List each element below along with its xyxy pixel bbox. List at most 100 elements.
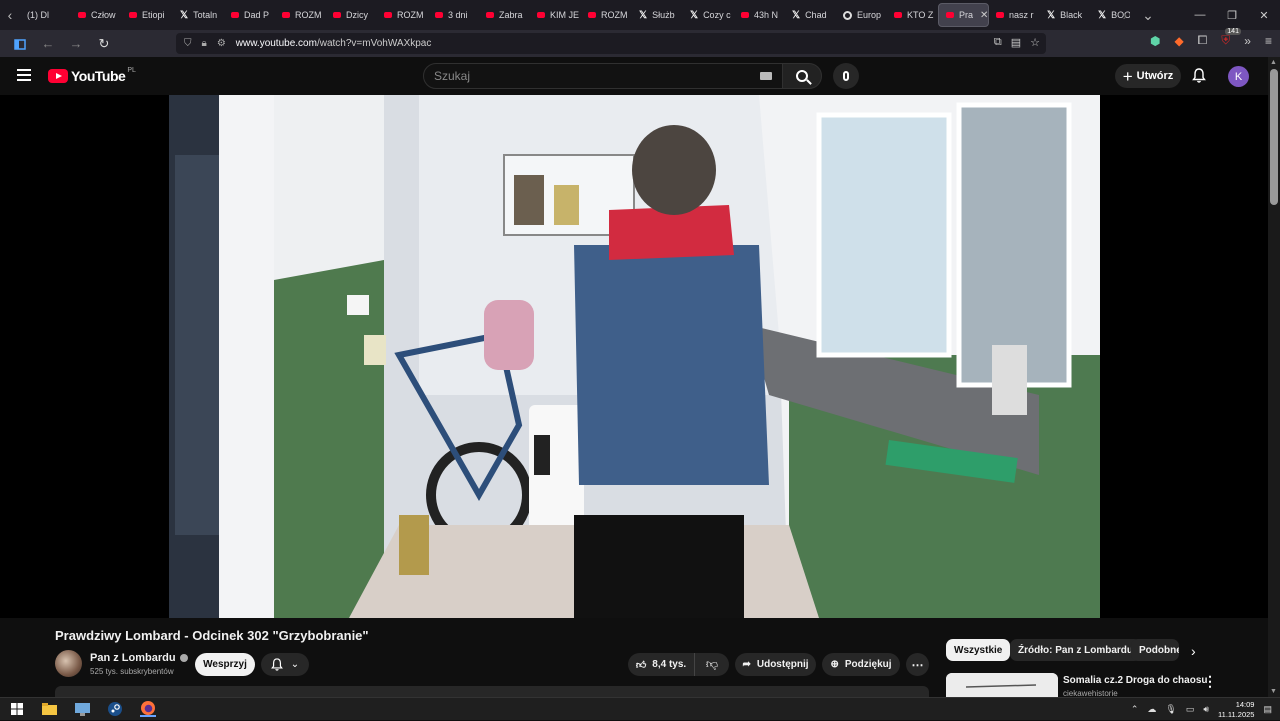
notifications-icon[interactable]: ▤ <box>1263 704 1272 715</box>
dislike-button[interactable]: 👎︎ <box>695 657 729 672</box>
page-scrollbar[interactable]: ▲ ▼ <box>1268 57 1280 697</box>
video-frame[interactable] <box>169 95 1100 618</box>
overflow-chevron-icon[interactable]: » <box>1244 34 1251 48</box>
x-icon: 𝕏 <box>690 9 699 21</box>
related-video-title[interactable]: Somalia cz.2 Droga do chaosu <box>1063 675 1207 686</box>
shield-icon[interactable]: ⛉ <box>184 38 192 49</box>
like-dislike-group: 👍︎ 8,4 tys. 👎︎ <box>628 653 729 676</box>
keyboard-icon[interactable] <box>760 72 772 80</box>
browser-tab[interactable]: Dad P <box>224 3 275 27</box>
scroll-down-icon[interactable]: ▼ <box>1270 688 1277 695</box>
more-actions-icon[interactable]: ⋯ <box>906 653 929 676</box>
browser-tab[interactable]: ROZM <box>581 3 632 27</box>
browser-tab[interactable]: nasz r <box>989 3 1040 27</box>
tab-label: ROZM <box>397 10 424 20</box>
back-icon[interactable]: ← <box>36 32 60 56</box>
browser-tab[interactable]: 𝕏 Black <box>1040 3 1091 27</box>
browser-tab[interactable]: Pra ✕ <box>938 3 989 27</box>
file-explorer-icon[interactable] <box>41 701 57 717</box>
permissions-icon[interactable]: ⚙︎ <box>217 38 226 49</box>
description-box[interactable] <box>55 686 929 697</box>
browser-tab[interactable]: 𝕏 Totaln <box>173 3 224 27</box>
support-button[interactable]: Wesprzyj <box>195 653 255 676</box>
tab-list-dropdown-icon[interactable]: ⌄ <box>1138 0 1158 30</box>
browser-tab[interactable]: Zabra <box>479 3 530 27</box>
related-video-thumbnail[interactable] <box>946 673 1058 697</box>
browser-tab[interactable]: 𝕏 Chad <box>785 3 836 27</box>
share-button[interactable]: ➦ Udostępnij <box>735 653 816 676</box>
extensions-icon[interactable]: ⧠ <box>1198 33 1208 48</box>
create-button[interactable]: + Utwórz <box>1115 64 1181 88</box>
minimize-icon[interactable]: — <box>1184 0 1216 30</box>
app-menu-icon[interactable]: ≡ <box>1265 34 1272 48</box>
reader-view-icon[interactable]: ▤ <box>1011 36 1021 49</box>
browser-tab[interactable]: Europ <box>836 3 887 27</box>
firefox-icon[interactable] <box>140 701 156 717</box>
browser-tab[interactable]: ROZM <box>275 3 326 27</box>
browser-tab[interactable]: KIM JE <box>530 3 581 27</box>
url-path: /watch?v=mVohWAXkpac <box>316 38 432 49</box>
browser-tab[interactable]: Człow <box>71 3 122 27</box>
ublock-icon[interactable]: ⛨ 141 <box>1221 28 1241 48</box>
tab-label: Dzicy <box>346 10 368 20</box>
subscription-notifications-button[interactable]: ⌄ <box>261 653 309 676</box>
browser-tab[interactable]: 43h N <box>734 3 785 27</box>
chip-all[interactable]: Wszystkie <box>946 639 1011 661</box>
channel-name[interactable]: Pan z Lombardu <box>90 652 188 664</box>
search-button[interactable] <box>782 63 822 89</box>
browser-tab[interactable]: 3 dni <box>428 3 479 27</box>
browser-tab[interactable]: Dzicy <box>326 3 377 27</box>
lock-icon[interactable]: 🔒︎ <box>202 38 207 49</box>
related-video-menu-icon[interactable]: ⋮ <box>1203 673 1217 690</box>
close-window-icon[interactable]: ✕ <box>1248 0 1280 30</box>
guide-menu-icon[interactable] <box>17 69 31 81</box>
youtube-icon <box>486 12 494 18</box>
restore-icon[interactable]: ❐ <box>1216 0 1248 30</box>
sidebar-toggle-icon[interactable] <box>8 32 32 56</box>
browser-tab[interactable]: 𝕏 Służb <box>632 3 683 27</box>
steam-icon[interactable] <box>107 701 123 717</box>
video-player[interactable] <box>0 95 1268 618</box>
browser-tab[interactable]: (1) Dl <box>20 3 71 27</box>
chips-next-icon[interactable]: › <box>1191 643 1196 659</box>
tab-label: Człow <box>91 10 116 20</box>
vpn-shield-icon[interactable]: ⬢ <box>1150 34 1160 48</box>
network-icon[interactable]: ▭ <box>1186 704 1195 715</box>
firefox-relay-icon[interactable]: ◆ <box>1174 34 1183 48</box>
browser-tab[interactable]: KTO Z <box>887 3 938 27</box>
volume-icon[interactable]: 🔊︎ <box>1203 704 1209 715</box>
chip-similar[interactable]: Podobne <box>1131 639 1179 661</box>
url-bar[interactable]: ⛉ 🔒︎ ⚙︎ www.youtube.com/watch?v=mVohWAXk… <box>176 33 1046 54</box>
share-arrow-icon: ➦ <box>742 659 751 670</box>
onedrive-icon[interactable]: ☁︎ <box>1147 704 1156 715</box>
tray-overflow-icon[interactable]: ⌃ <box>1131 704 1139 715</box>
search-input[interactable]: Szukaj <box>423 63 785 89</box>
close-tab-icon[interactable]: ✕ <box>980 10 988 21</box>
scroll-up-icon[interactable]: ▲ <box>1270 59 1277 66</box>
tab-scroll-left-icon[interactable]: ‹ <box>0 0 20 30</box>
tab-scroll-right-icon[interactable]: › <box>1115 0 1135 30</box>
x-icon: 𝕏 <box>792 9 801 21</box>
windows-start-icon[interactable] <box>9 701 25 717</box>
microphone-tray-icon[interactable]: 🎙︎ <box>1165 704 1176 715</box>
search-placeholder: Szukaj <box>434 69 471 83</box>
channel-avatar[interactable] <box>55 650 82 677</box>
x-icon: 𝕏 <box>180 9 189 21</box>
account-avatar[interactable]: K <box>1228 66 1249 87</box>
like-button[interactable]: 👍︎ 8,4 tys. <box>628 653 695 676</box>
youtube-logo[interactable]: YouTube PL <box>48 67 136 84</box>
browser-tab[interactable]: 𝕏 Cozy c <box>683 3 734 27</box>
clock[interactable]: 14:09 11.11.2025 <box>1218 700 1254 720</box>
scrollbar-thumb[interactable] <box>1270 69 1278 205</box>
bookmark-star-icon[interactable]: ☆ <box>1030 36 1040 49</box>
forward-icon[interactable]: → <box>64 32 88 56</box>
reload-icon[interactable]: ↻ <box>92 32 116 56</box>
computer-icon[interactable] <box>74 701 90 717</box>
browser-tab[interactable]: ROZM <box>377 3 428 27</box>
notifications-bell-icon[interactable] <box>1192 68 1206 83</box>
chip-channel-source[interactable]: Źródło: Pan z Lombardu <box>1010 639 1141 661</box>
picture-in-picture-icon[interactable]: ⧉ <box>994 36 1002 49</box>
voice-search-button[interactable] <box>833 63 859 89</box>
thanks-button[interactable]: ⊕ Podziękuj <box>822 653 900 676</box>
browser-tab[interactable]: Etiopi <box>122 3 173 27</box>
